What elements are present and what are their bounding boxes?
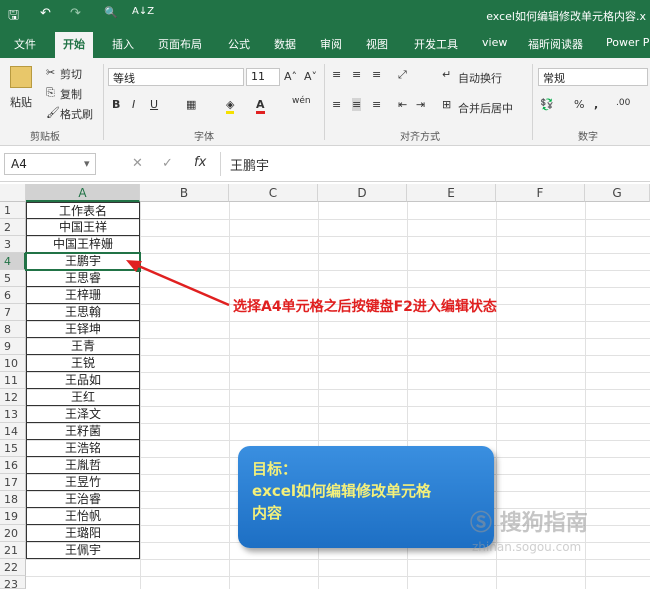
watermark-text: 搜狗指南: [499, 511, 588, 536]
goal-box: 目标： excel如何编辑修改单元格 内容: [238, 446, 494, 548]
goal-label: 目标：: [252, 460, 298, 478]
watermark-icon: Ⓢ: [470, 511, 493, 536]
goal-line-1: excel如何编辑修改单元格: [252, 482, 432, 500]
watermark-url: zhinan.sogou.com: [472, 540, 582, 554]
watermark-logo: Ⓢ 搜狗指南: [470, 505, 588, 537]
goal-line-2: 内容: [252, 504, 283, 522]
annotation-text: 选择A4单元格之后按键盘F2进入编辑状态: [233, 299, 497, 315]
